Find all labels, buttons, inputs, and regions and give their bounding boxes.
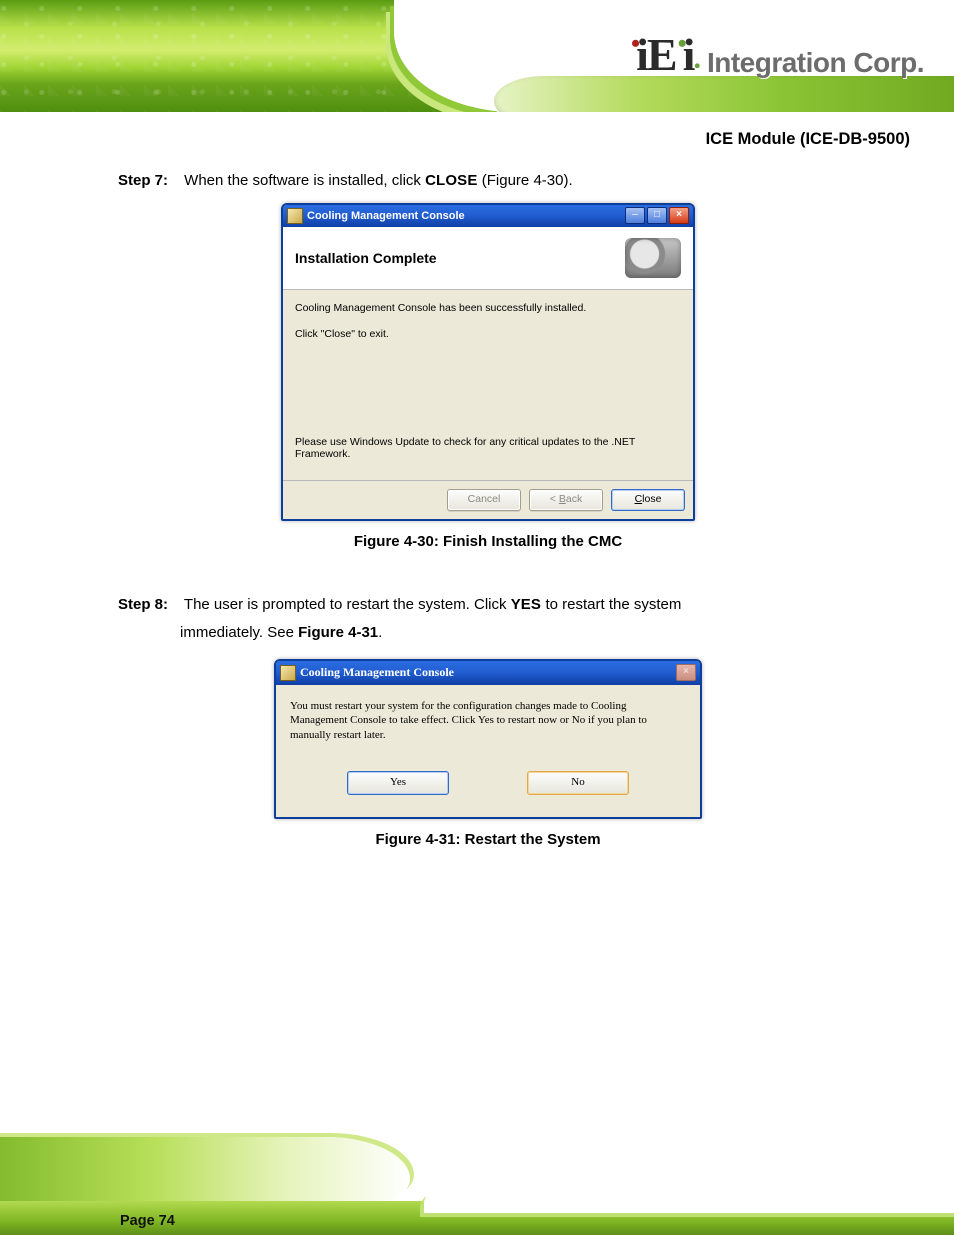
dialog-message: You must restart your system for the con…: [290, 699, 686, 744]
dialog-title: Cooling Management Console: [300, 665, 676, 680]
bottom-banner: Page 74: [0, 1135, 954, 1235]
window-controls: – □ ×: [625, 207, 689, 224]
installer-line-1: Cooling Management Console has been succ…: [295, 302, 681, 314]
close-mnemonic: C: [635, 493, 643, 505]
restart-dialog: Cooling Management Console × You must re…: [274, 659, 702, 820]
close-button[interactable]: Close: [611, 489, 685, 511]
logo-mark: •iE•i.: [629, 28, 699, 81]
step-8: Step 8: The user is prompted to restart …: [118, 594, 858, 617]
logo-dot-red: •: [631, 29, 638, 58]
swoosh-secondary: [494, 76, 954, 112]
page-number: Page 74: [120, 1213, 175, 1229]
step-text-b: to restart the system: [545, 596, 681, 613]
dialog-body: You must restart your system for the con…: [276, 685, 700, 818]
logo-text-pre: iE: [636, 29, 675, 80]
step-smallcaps-a: ES: [521, 596, 546, 613]
back-arrow: <: [550, 493, 559, 505]
installer-note: Please use Windows Update to check for a…: [295, 436, 681, 460]
step-smallcaps: LOSE: [436, 172, 478, 189]
product-title: ICE Module (ICE-DB-9500): [706, 130, 910, 149]
step-7: Step 7: When the software is installed, …: [118, 170, 858, 193]
minimize-button[interactable]: –: [625, 207, 645, 224]
step-number: Step 8:: [118, 594, 180, 617]
installer-icon: [280, 665, 296, 681]
installer-window: Cooling Management Console – □ × Install…: [281, 203, 695, 521]
step-figure-ref: Figure 4-31: [298, 624, 378, 641]
logo-tagline: Integration Corp.: [707, 47, 924, 79]
step-text-d: .: [378, 624, 382, 641]
window-controls: ×: [676, 664, 696, 681]
bottom-swoosh-right: [424, 1183, 954, 1213]
logo-dot-green: •: [678, 29, 685, 58]
titlebar: Cooling Management Console – □ ×: [283, 205, 693, 227]
installer-line-2: Click "Close" to exit.: [295, 328, 681, 340]
installer-footer: Cancel < Back Close: [283, 480, 693, 519]
back-label: B: [559, 493, 566, 505]
bottom-swoosh-left: [0, 1137, 410, 1207]
titlebar: Cooling Management Console ×: [276, 661, 700, 685]
no-button[interactable]: No: [527, 771, 629, 795]
yes-button[interactable]: Yes: [347, 771, 449, 795]
figure-caption-1: Figure 4-30: Finish Installing the CMC: [118, 533, 858, 550]
step-bold: C: [425, 172, 436, 189]
dialog-button-row: Yes No: [290, 771, 686, 809]
step-text-c: immediately. See: [180, 624, 298, 641]
close-window-button[interactable]: ×: [669, 207, 689, 224]
step-text: The user is prompted to restart the syst…: [184, 596, 511, 613]
step-text: When the software is installed, click: [184, 172, 425, 189]
step-number: Step 7:: [118, 170, 180, 193]
installer-heading: Installation Complete: [295, 250, 437, 266]
installer-header: Installation Complete: [283, 227, 693, 290]
document-body: Step 7: When the software is installed, …: [118, 170, 858, 892]
top-banner: •iE•i. Integration Corp.: [0, 0, 954, 112]
window-title: Cooling Management Console: [307, 210, 625, 222]
step-text-tail: (Figure 4-30).: [478, 172, 573, 189]
step-8-cont: immediately. See Figure 4-31.: [118, 622, 858, 645]
cancel-button[interactable]: Cancel: [447, 489, 521, 511]
step-bold-a: Y: [511, 596, 521, 613]
logo-trailing-dot: .: [693, 42, 699, 75]
installer-body: Cooling Management Console has been succ…: [283, 290, 693, 480]
close-window-button[interactable]: ×: [676, 664, 696, 681]
figure-caption-2: Figure 4-31: Restart the System: [118, 831, 858, 848]
back-button[interactable]: < Back: [529, 489, 603, 511]
installer-icon: [287, 208, 303, 224]
maximize-button[interactable]: □: [647, 207, 667, 224]
brand-logo: •iE•i. Integration Corp.: [629, 28, 924, 81]
installer-banner-icon: [625, 238, 681, 278]
